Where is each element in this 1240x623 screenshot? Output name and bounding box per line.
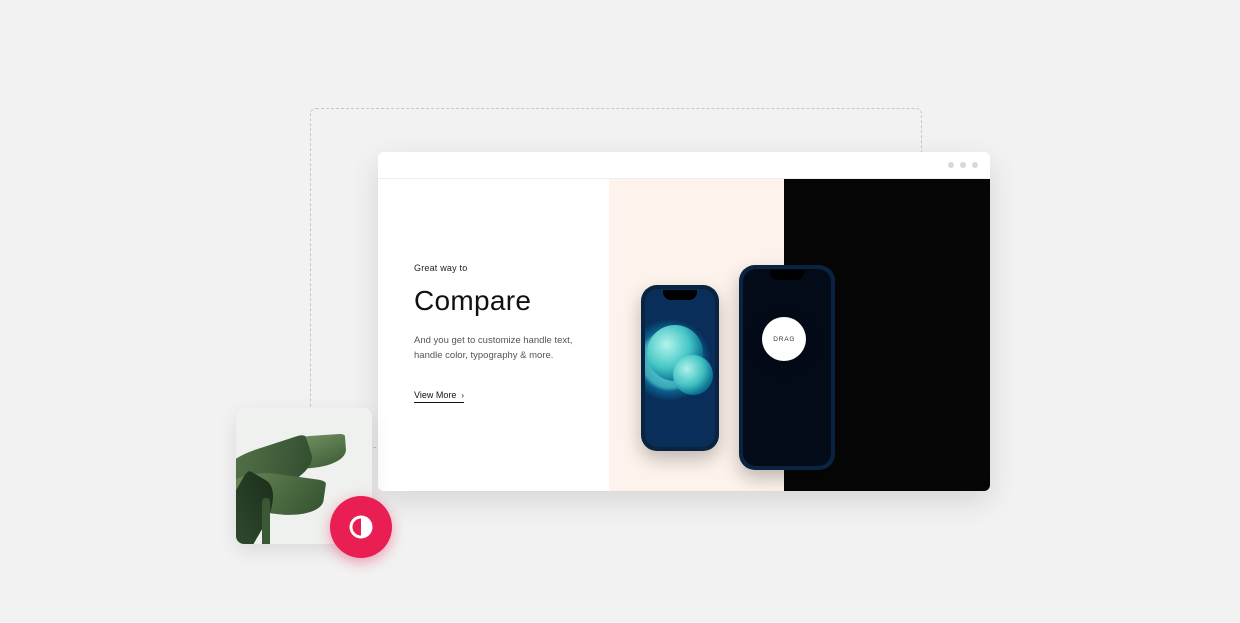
compare-pane: DRAG <box>609 179 990 491</box>
browser-chrome <box>378 152 990 179</box>
phone-before <box>641 285 719 451</box>
phone-after <box>739 265 835 470</box>
contrast-badge[interactable] <box>330 496 392 558</box>
browser-window: Great way to Compare And you get to cust… <box>378 152 990 491</box>
view-more-label: View More <box>414 390 456 400</box>
contrast-icon <box>347 513 375 541</box>
drag-handle[interactable]: DRAG <box>762 317 806 361</box>
browser-body: Great way to Compare And you get to cust… <box>378 179 990 491</box>
drag-handle-label: DRAG <box>773 336 795 343</box>
window-dot-icon <box>960 162 966 168</box>
text-pane: Great way to Compare And you get to cust… <box>378 179 609 491</box>
page-title: Compare <box>414 285 609 317</box>
window-dot-icon <box>948 162 954 168</box>
view-more-link[interactable]: View More › <box>414 390 464 403</box>
wallpaper-circle-icon <box>673 355 713 395</box>
eyebrow-text: Great way to <box>414 263 609 273</box>
chevron-right-icon: › <box>461 391 464 400</box>
window-dot-icon <box>972 162 978 168</box>
phone-screen <box>743 269 831 466</box>
stem-icon <box>262 498 270 544</box>
description-text: And you get to customize handle text, ha… <box>414 333 574 363</box>
